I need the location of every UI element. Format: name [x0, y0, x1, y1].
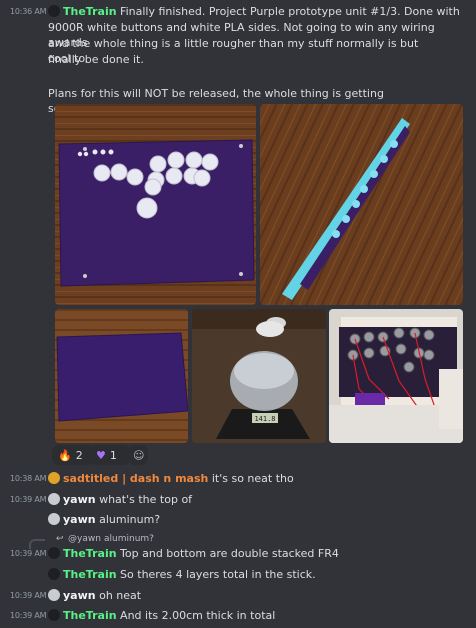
- author-name[interactable]: TheTrain: [63, 568, 117, 581]
- author-name[interactable]: yawn: [63, 513, 96, 526]
- photo-stick-side[interactable]: [260, 104, 463, 305]
- reply-text: aluminum?: [104, 534, 154, 544]
- avatar-yawn[interactable]: [48, 493, 60, 505]
- reaction-count: 1: [109, 448, 117, 462]
- author-name[interactable]: TheTrain: [63, 609, 117, 622]
- message-text: aluminum?: [99, 513, 161, 526]
- avatar-yawn[interactable]: [48, 589, 60, 601]
- photo-stick-top[interactable]: [55, 104, 256, 305]
- author-name[interactable]: sadtitled | dash n mash: [63, 472, 208, 485]
- author-name[interactable]: yawn: [63, 589, 96, 602]
- avatar-thetrain[interactable]: [48, 547, 60, 559]
- message-text: Top and bottom are double stacked FR4: [120, 547, 339, 560]
- author-name[interactable]: TheTrain: [63, 547, 117, 560]
- message-text: it's so neat tho: [211, 472, 294, 485]
- reaction-purple-heart[interactable]: ♥ 1: [90, 445, 130, 465]
- svg-text:141.8: 141.8: [254, 415, 275, 423]
- avatar-yawn[interactable]: [48, 513, 60, 525]
- timestamp: 10:39 AM: [10, 549, 47, 558]
- timestamp: 10:36 AM: [10, 7, 47, 16]
- avatar-thetrain[interactable]: [48, 568, 60, 580]
- avatar-thetrain[interactable]: [48, 5, 60, 17]
- reaction-fire[interactable]: 🔥 2: [52, 445, 94, 465]
- reply-mention[interactable]: @yawn: [68, 532, 101, 547]
- reply-icon: ↩: [56, 534, 64, 544]
- purple-heart-icon: ♥: [96, 448, 106, 462]
- message-text: what's the top of: [99, 493, 193, 506]
- timestamp: 10:39 AM: [10, 591, 47, 600]
- message-text: And its 2.00cm thick in total: [120, 609, 276, 622]
- message-text-line: finally be done it.: [48, 53, 144, 66]
- photo-wiring[interactable]: [329, 309, 463, 443]
- avatar-sadtitled[interactable]: [48, 472, 60, 484]
- add-reaction-button[interactable]: ☺: [128, 445, 148, 465]
- message-text-line: Finally finished. Project Purple prototy…: [120, 5, 460, 18]
- timestamp: 10:39 AM: [10, 495, 47, 504]
- reaction-count: 2: [75, 448, 83, 462]
- author-name[interactable]: TheTrain: [63, 5, 117, 18]
- message-text: oh neat: [99, 589, 142, 602]
- fire-icon: 🔥: [58, 448, 72, 462]
- timestamp: 10:38 AM: [10, 474, 47, 483]
- message-text: So theres 4 layers total in the stick.: [120, 568, 316, 581]
- add-reaction-icon: ☺: [133, 448, 145, 462]
- photo-scale[interactable]: 141.8: [192, 309, 326, 443]
- avatar-thetrain[interactable]: [48, 609, 60, 621]
- photo-panel-plain[interactable]: [55, 309, 188, 443]
- author-name[interactable]: yawn: [63, 493, 96, 506]
- timestamp: 10:39 AM: [10, 611, 47, 620]
